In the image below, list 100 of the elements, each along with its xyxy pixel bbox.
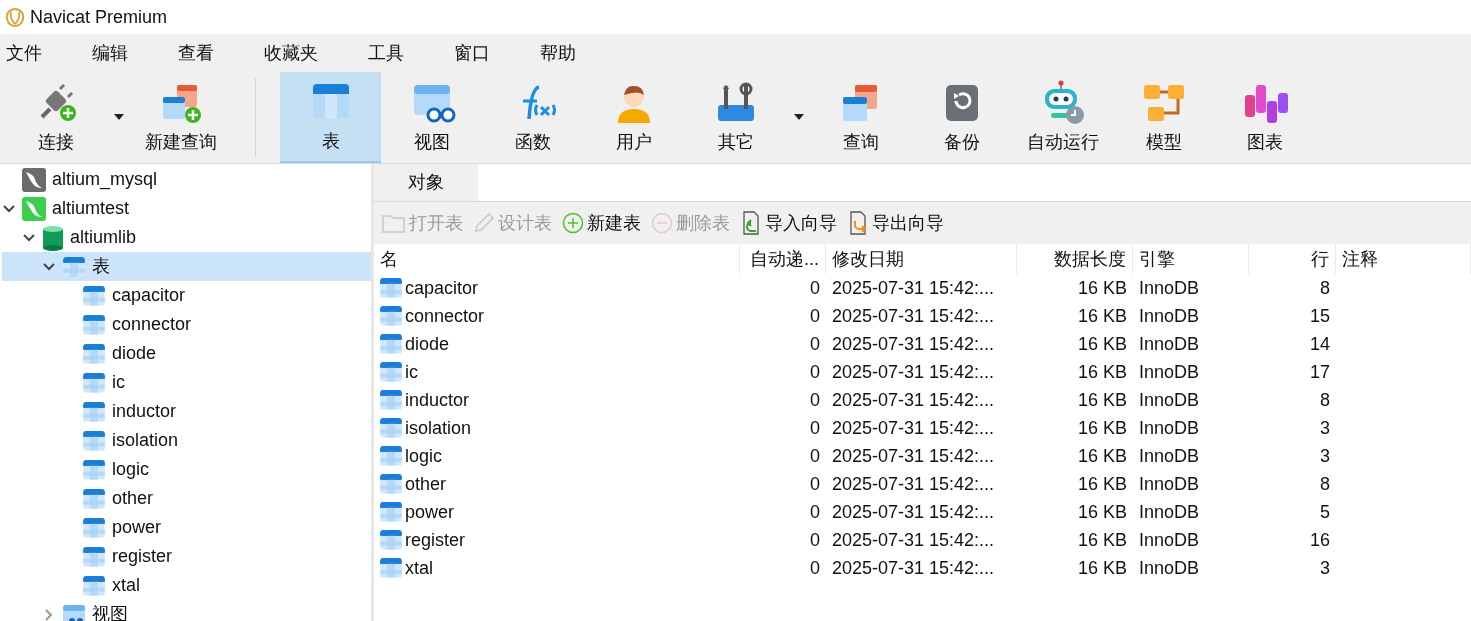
toolbar-button[interactable]: 连接 <box>4 72 130 163</box>
window-title: Navicat Premium <box>30 5 168 29</box>
table-cell: InnoDB <box>1139 501 1200 522</box>
plus-circle-icon <box>562 212 584 234</box>
menu-item[interactable]: 查看 <box>172 39 236 67</box>
table-cell: 3 <box>1320 445 1330 466</box>
column-header[interactable]: 引擎 <box>1133 244 1249 274</box>
table-icon <box>379 445 403 467</box>
toolbar-button[interactable]: 备份 <box>911 72 1012 163</box>
table-cell-text: diode <box>405 332 450 356</box>
tree-item[interactable]: altiumlib <box>2 223 371 252</box>
table-cell: InnoDB <box>1139 277 1200 298</box>
table-icon <box>82 458 106 481</box>
table-cell: 0 <box>810 445 820 466</box>
table-icon <box>379 557 403 579</box>
table-cell: 3 <box>1320 557 1330 578</box>
table-cell: 16 KB <box>1077 389 1127 410</box>
tree-item-label: altiumtest <box>52 197 130 220</box>
toolbar-button[interactable]: 图表 <box>1214 72 1315 163</box>
toolbar-button[interactable]: 新建查询 <box>130 72 231 163</box>
table-cell: 2025-07-31 15:42:... <box>832 361 995 382</box>
tree-item[interactable]: altium_mysql <box>2 165 371 194</box>
toolbar-button[interactable]: 用户 <box>583 72 684 163</box>
table-cell: 2025-07-31 15:42:... <box>832 557 995 578</box>
toolbar-button[interactable]: 其它 <box>684 72 810 163</box>
tree-item[interactable]: diode <box>2 339 371 368</box>
menu-item[interactable]: 收藏夹 <box>258 39 340 67</box>
column-header[interactable]: 自动递... <box>740 244 826 274</box>
dolphin-icon <box>22 167 46 192</box>
table-cell: 15 <box>1309 305 1330 326</box>
table-cell: 0 <box>810 361 820 382</box>
action-button[interactable]: 导入向导 <box>740 209 837 237</box>
toolbar-button[interactable]: 视图 <box>381 72 482 163</box>
tree-item-label: capacitor <box>112 284 186 307</box>
tree-item[interactable]: altiumtest <box>2 194 371 223</box>
column-header[interactable]: 数据长度 <box>1017 244 1133 274</box>
table-icon <box>379 529 403 551</box>
table-cell: 16 KB <box>1077 361 1127 382</box>
tree-item[interactable]: register <box>2 542 371 571</box>
menu-item[interactable]: 文件 <box>0 39 64 67</box>
table-cell: 2025-07-31 15:42:... <box>832 473 995 494</box>
table-cell: 16 KB <box>1077 501 1127 522</box>
column-header[interactable]: 行 <box>1249 244 1336 274</box>
table-cell: 5 <box>1320 501 1330 522</box>
menu-item[interactable]: 窗口 <box>448 39 512 67</box>
table-cell: 16 KB <box>1077 529 1127 550</box>
minus-circle-icon <box>651 212 673 234</box>
export-icon <box>847 211 869 235</box>
table-cell: InnoDB <box>1139 529 1200 550</box>
table-cell: InnoDB <box>1139 389 1200 410</box>
table-cell: 16 KB <box>1077 445 1127 466</box>
toolbar-button[interactable]: 自动运行 <box>1012 72 1113 163</box>
tree-item[interactable]: capacitor <box>2 281 371 310</box>
table-icon <box>82 516 106 539</box>
table-icon <box>379 417 403 439</box>
dolphin-icon <box>22 196 46 221</box>
tree-item-label: register <box>112 545 173 568</box>
action-button[interactable]: 导出向导 <box>847 209 944 237</box>
tree-item[interactable]: isolation <box>2 426 371 455</box>
tree-item[interactable]: xtal <box>2 571 371 600</box>
tree-item-label: altium_mysql <box>52 168 158 192</box>
table-icon <box>82 371 106 394</box>
table-cell: 16 KB <box>1077 417 1127 438</box>
tree-item[interactable]: inductor <box>2 397 371 426</box>
column-header[interactable]: 名 <box>374 244 740 274</box>
table-cell: 2025-07-31 15:42:... <box>832 529 995 550</box>
table-cell: 0 <box>810 305 820 326</box>
table-icon <box>379 277 403 299</box>
column-header[interactable]: 注释 <box>1336 244 1471 274</box>
tree-item[interactable]: connector <box>2 310 371 339</box>
column-header[interactable]: 修改日期 <box>826 244 1017 274</box>
table-cell: 17 <box>1309 361 1330 382</box>
tree-item-label: power <box>112 516 162 539</box>
tree-item[interactable]: power <box>2 513 371 542</box>
caret-icon[interactable] <box>794 114 804 120</box>
table-cell-text: xtal <box>405 556 433 580</box>
toolbar-button[interactable]: 表 <box>280 72 381 163</box>
table-icon <box>82 574 106 597</box>
table-cell: 0 <box>810 473 820 494</box>
toolbar-button[interactable]: 模型 <box>1113 72 1214 163</box>
table-cell: 16 KB <box>1077 305 1127 326</box>
caret-icon[interactable] <box>114 114 124 120</box>
toolbar-button[interactable]: 查询 <box>810 72 911 163</box>
tree-item[interactable]: logic <box>2 455 371 484</box>
tree-item[interactable]: 表 <box>2 252 371 281</box>
table-cell: 2025-07-31 15:42:... <box>832 277 995 298</box>
table-icon <box>82 487 106 510</box>
table-icon <box>379 333 403 355</box>
table-icon <box>379 473 403 495</box>
toolbar-button[interactable]: 函数 <box>482 72 583 163</box>
menu-item[interactable]: 帮助 <box>534 39 598 67</box>
menu-item[interactable]: 编辑 <box>86 39 150 67</box>
action-button[interactable]: 新建表 <box>562 209 641 237</box>
table-icon <box>82 545 106 568</box>
menu-item[interactable]: 工具 <box>362 39 426 67</box>
tree-item[interactable]: ic <box>2 368 371 397</box>
table-icon <box>379 389 403 411</box>
tab[interactable]: 对象 <box>374 164 478 201</box>
tree-item[interactable]: other <box>2 484 371 513</box>
table-cell-text: inductor <box>405 388 470 412</box>
